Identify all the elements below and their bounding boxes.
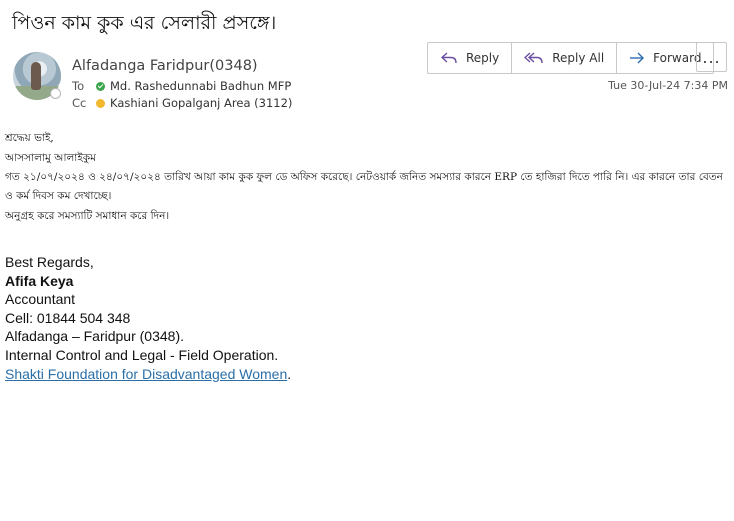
more-icon: ... xyxy=(702,47,721,67)
forward-icon xyxy=(630,52,645,64)
more-actions-button[interactable]: ... xyxy=(696,42,727,72)
reply-all-icon xyxy=(524,52,543,64)
to-recipient[interactable]: Md. Rashedunnabi Badhun MFP xyxy=(110,79,291,93)
message-actions: Reply Reply All Forward xyxy=(427,42,715,74)
available-status-icon xyxy=(96,81,105,91)
email-body: শ্রদ্ধেয় ভাই, আসসালামু আলাইকুম গত ২১/০৭… xyxy=(5,128,731,226)
signature-department: Internal Control and Legal - Field Opera… xyxy=(5,346,279,363)
signature-name: Afifa Keya xyxy=(5,272,74,289)
organization-link[interactable]: Shakti Foundation for Disadvantaged Wome… xyxy=(5,366,287,382)
to-row: To Md. Rashedunnabi Badhun MFP xyxy=(72,79,291,93)
signature-cell: Cell: 01844 504 348 xyxy=(5,309,131,326)
signature-title: Accountant xyxy=(5,291,76,308)
reply-all-label: Reply All xyxy=(552,51,605,65)
sender-name[interactable]: Alfadanga Faridpur(0348) xyxy=(72,58,258,74)
email-signature: Best Regards, Afifa Keya Accountant Cell… xyxy=(5,253,291,383)
reply-icon xyxy=(440,52,457,64)
sent-date: Tue 30-Jul-24 7:34 PM xyxy=(608,79,728,92)
body-request: অনুগ্রহ করে সমস্যাটি সমাধান করে দিন। xyxy=(5,210,170,222)
cc-recipient[interactable]: Kashiani Gopalganj Area (3112) xyxy=(110,96,292,110)
signature-org-line: Shakti Foundation for Disadvantaged Wome… xyxy=(5,365,291,384)
forward-label: Forward xyxy=(653,51,702,65)
presence-status-icon xyxy=(50,88,61,99)
body-salam: আসসালামু আলাইকুম xyxy=(5,152,96,164)
body-paragraph: গত ২১/০৭/২০২৪ ও ২৪/০৭/২০২৪ তারিখ আয়া কা… xyxy=(5,171,723,202)
signature-regards: Best Regards, xyxy=(5,254,94,270)
signature-branch: Alfadanga – Faridpur (0348). xyxy=(5,328,184,345)
cc-row: Cc Kashiani Gopalganj Area (3112) xyxy=(72,96,292,110)
reply-button[interactable]: Reply xyxy=(428,43,513,73)
body-greeting: শ্রদ্ধেয় ভাই, xyxy=(5,132,54,144)
org-line-period: . xyxy=(287,365,292,382)
to-label: To xyxy=(72,79,85,93)
away-status-icon xyxy=(96,98,105,108)
reply-label: Reply xyxy=(466,51,500,65)
cc-label: Cc xyxy=(72,96,87,110)
reply-all-button[interactable]: Reply All xyxy=(512,43,618,73)
email-subject: পিওন কাম কুক এর সেলারী প্রসঙ্গে। xyxy=(12,12,277,34)
